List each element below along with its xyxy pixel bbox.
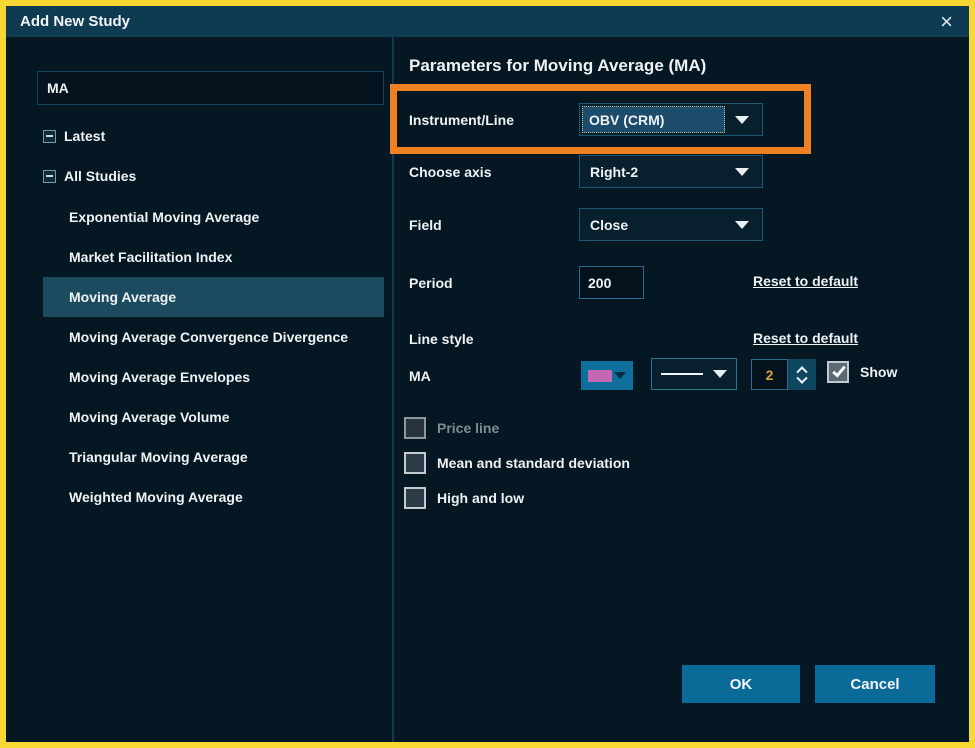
mean-std-label: Mean and standard deviation	[437, 455, 630, 471]
choose-axis-label: Choose axis	[409, 164, 491, 180]
chevron-down-icon	[735, 221, 749, 229]
ma-label: MA	[409, 368, 431, 384]
collapse-icon[interactable]	[43, 130, 56, 143]
study-item-weighted-moving-average[interactable]: Weighted Moving Average	[43, 477, 384, 517]
checkmark-icon	[832, 363, 846, 377]
ok-button[interactable]: OK	[682, 665, 800, 703]
study-search-input[interactable]	[37, 71, 384, 105]
tree-group-all-studies[interactable]: All Studies	[43, 166, 136, 186]
screenshot-highlight-frame: Add New Study × Latest All Studies Expon…	[0, 0, 975, 748]
line-style-label: Line style	[409, 331, 474, 347]
study-item-triangular-moving-average[interactable]: Triangular Moving Average	[43, 437, 384, 477]
study-item-moving-average-envelopes[interactable]: Moving Average Envelopes	[43, 357, 384, 397]
study-list: Exponential Moving Average Market Facili…	[43, 197, 384, 517]
instrument-line-dropdown[interactable]: OBV (CRM)	[579, 103, 763, 136]
price-line-row: Price line	[404, 417, 499, 439]
close-icon[interactable]: ×	[940, 11, 953, 33]
dropdown-selected-value: Close	[580, 217, 735, 233]
dropdown-selected-value: OBV (CRM)	[582, 106, 725, 133]
chevron-down-icon	[713, 370, 727, 378]
show-checkbox-row: Show	[827, 361, 897, 383]
minus-glyph	[46, 135, 53, 137]
study-item-moving-average-selected[interactable]: Moving Average	[43, 277, 384, 317]
price-line-checkbox	[404, 417, 426, 439]
line-style-reset-link[interactable]: Reset to default	[753, 330, 858, 346]
chevron-down-icon	[614, 372, 626, 379]
parameters-heading: Parameters for Moving Average (MA)	[409, 56, 706, 76]
field-dropdown[interactable]: Close	[579, 208, 763, 241]
show-label: Show	[860, 364, 897, 380]
price-line-label: Price line	[437, 420, 499, 436]
cancel-button[interactable]: Cancel	[815, 665, 935, 703]
choose-axis-dropdown[interactable]: Right-2	[579, 155, 763, 188]
study-item-exponential-moving-average[interactable]: Exponential Moving Average	[43, 197, 384, 237]
mean-std-row: Mean and standard deviation	[404, 452, 630, 474]
color-swatch	[588, 370, 612, 382]
collapse-icon[interactable]	[43, 170, 56, 183]
ma-color-picker[interactable]	[581, 361, 633, 390]
study-item-moving-average-volume[interactable]: Moving Average Volume	[43, 397, 384, 437]
instrument-line-label: Instrument/Line	[409, 112, 514, 128]
dialog-title: Add New Study	[20, 13, 130, 30]
mean-std-checkbox[interactable]	[404, 452, 426, 474]
show-checkbox[interactable]	[827, 361, 849, 383]
chevron-down-icon	[735, 168, 749, 176]
ma-line-style-dropdown[interactable]	[651, 358, 737, 390]
chevron-down-icon	[735, 116, 749, 124]
ma-width-stepper[interactable]	[788, 359, 816, 390]
dialog-titlebar: Add New Study ×	[6, 6, 969, 37]
tree-group-latest[interactable]: Latest	[43, 126, 105, 146]
panel-divider	[392, 37, 394, 742]
high-low-checkbox[interactable]	[404, 487, 426, 509]
period-reset-link[interactable]: Reset to default	[753, 273, 858, 289]
ma-width-input[interactable]	[751, 359, 788, 390]
study-item-market-facilitation-index[interactable]: Market Facilitation Index	[43, 237, 384, 277]
high-low-row: High and low	[404, 487, 524, 509]
tree-group-label: All Studies	[64, 168, 136, 184]
period-input[interactable]	[579, 266, 644, 299]
high-low-label: High and low	[437, 490, 524, 506]
field-label: Field	[409, 217, 442, 233]
tree-group-label: Latest	[64, 128, 105, 144]
line-sample-icon	[661, 373, 703, 375]
period-label: Period	[409, 275, 453, 291]
minus-glyph	[46, 175, 53, 177]
add-new-study-dialog: Add New Study × Latest All Studies Expon…	[6, 6, 969, 742]
dropdown-selected-value: Right-2	[580, 164, 735, 180]
study-item-macd[interactable]: Moving Average Convergence Divergence	[43, 317, 384, 357]
